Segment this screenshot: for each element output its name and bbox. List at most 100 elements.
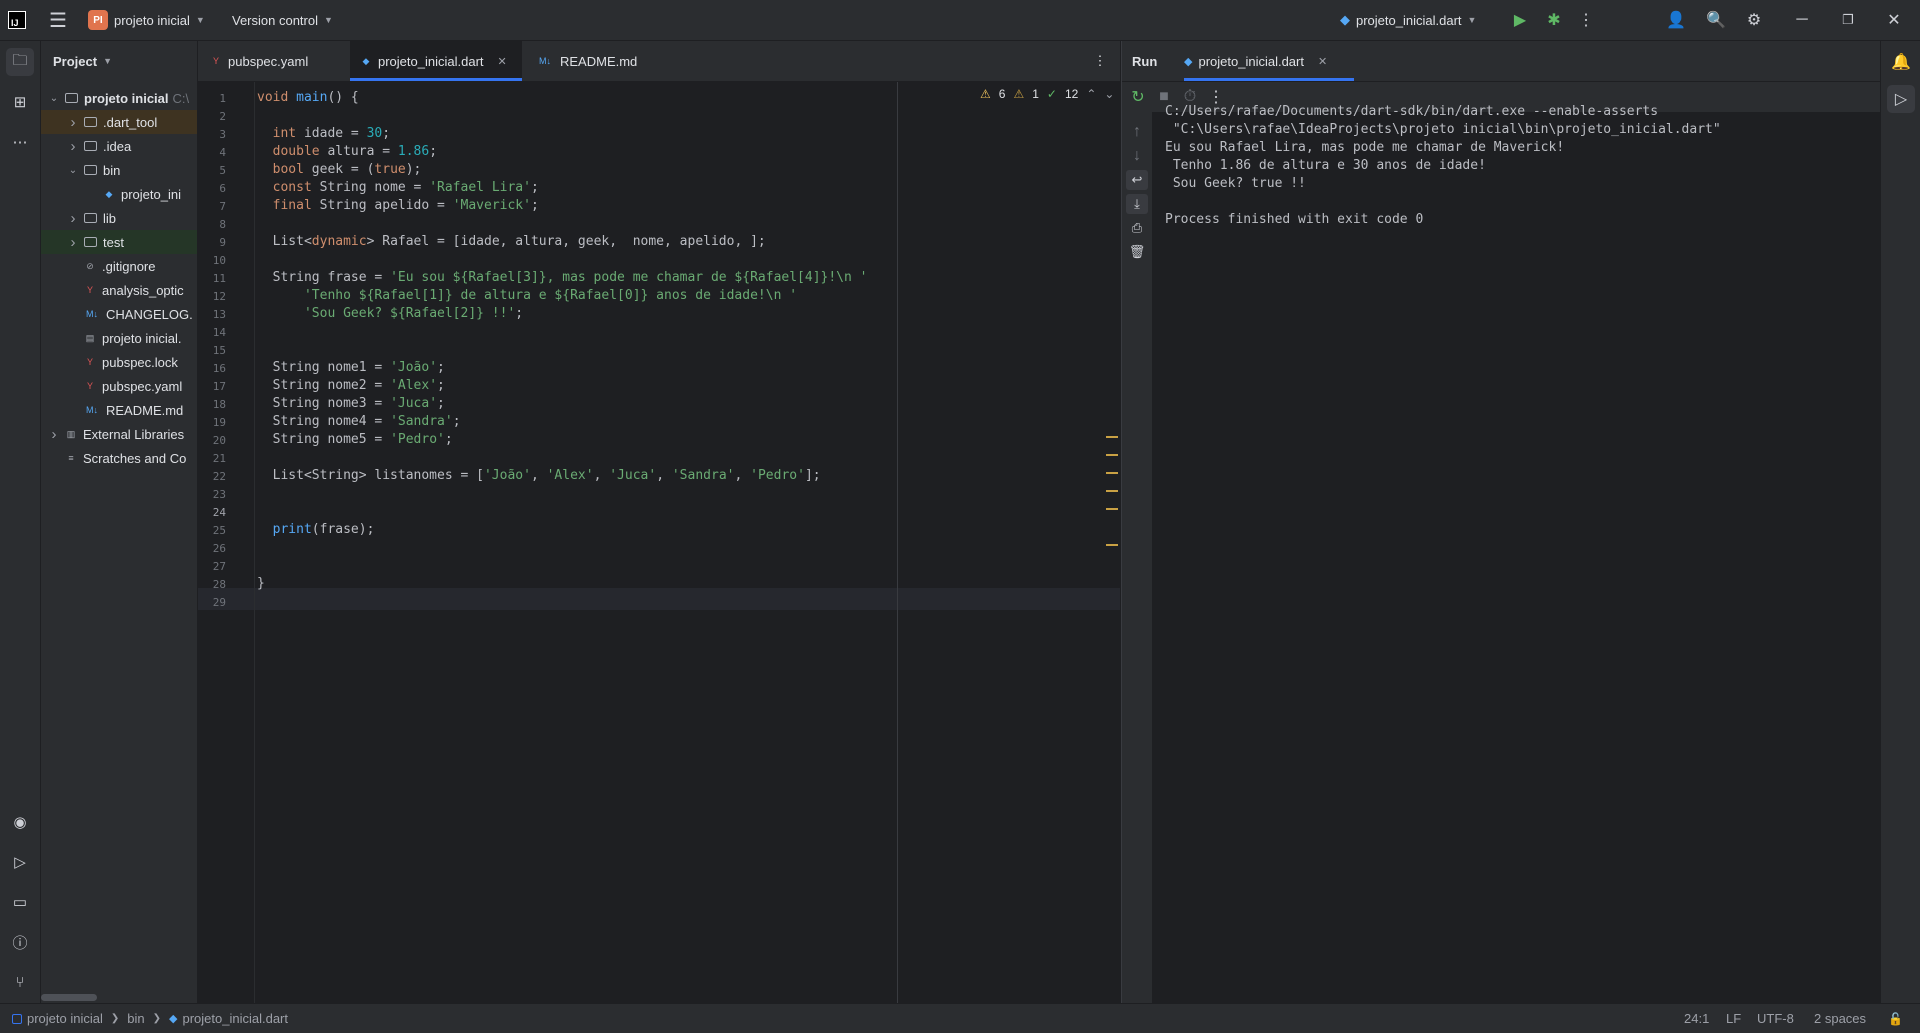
chevron-up-icon[interactable]: ⌃	[1086, 87, 1096, 101]
console-line[interactable]: Tenho 1.86 de altura e 30 anos de idade!	[1165, 158, 1486, 173]
tab-projeto-inicial-dart[interactable]: ◆ projeto_inicial.dart ✕	[350, 41, 522, 81]
tree-item-idea[interactable]: › .idea	[41, 134, 197, 158]
code-line[interactable]: final String apelido = 'Maverick';	[257, 198, 539, 213]
line-number[interactable]: 27	[213, 560, 226, 573]
arrow-up-icon[interactable]: ↑	[1127, 122, 1147, 142]
chevron-down-icon[interactable]: ⌄	[1104, 87, 1114, 101]
console-line[interactable]: Eu sou Rafael Lira, mas pode me chamar d…	[1165, 140, 1564, 155]
warning-stripe-mark[interactable]	[1106, 472, 1118, 474]
line-number[interactable]: 4	[219, 146, 226, 159]
services-icon[interactable]: ▷	[6, 848, 34, 876]
code-line[interactable]: List<dynamic> Rafael = [idade, altura, g…	[257, 234, 766, 249]
more-tools-icon[interactable]: ⋯	[6, 128, 34, 156]
line-number[interactable]: 23	[213, 488, 226, 501]
terminal-icon[interactable]: ▭	[6, 888, 34, 916]
line-number[interactable]: 6	[219, 182, 226, 195]
main-menu-icon[interactable]: ☰	[46, 0, 70, 40]
debug-icon[interactable]: ✱	[1542, 0, 1566, 40]
tree-item-readme-md[interactable]: M↓ README.md	[41, 398, 197, 422]
run-config-selector[interactable]: ◆ projeto_inicial.dart ▼	[1340, 0, 1476, 40]
soft-wrap-icon[interactable]: ↩	[1126, 170, 1148, 190]
line-number[interactable]: 8	[219, 218, 226, 231]
run-icon[interactable]: ▶	[1508, 0, 1532, 40]
code-line[interactable]: double altura = 1.86;	[257, 144, 437, 159]
project-widget[interactable]: PI projeto inicial ▼	[88, 0, 205, 40]
warning-stripe-mark[interactable]	[1106, 436, 1118, 438]
print-icon[interactable]: ⎙	[1127, 218, 1147, 238]
code-line[interactable]: String nome1 = 'João';	[257, 360, 445, 375]
console-line[interactable]: C:/Users/rafae/Documents/dart-sdk/bin/da…	[1165, 104, 1658, 119]
close-tab-icon[interactable]: ✕	[498, 55, 507, 68]
horizontal-scrollbar[interactable]	[41, 994, 97, 1001]
chevron-right-icon[interactable]: ›	[66, 138, 80, 155]
dart-analysis-icon[interactable]: ◉	[6, 808, 34, 836]
line-number[interactable]: 12	[213, 290, 226, 303]
chevron-right-icon[interactable]: ›	[66, 210, 80, 227]
tree-item-bin[interactable]: ⌄ bin	[41, 158, 197, 182]
warning-stripe-mark[interactable]	[1106, 454, 1118, 456]
scroll-to-end-icon[interactable]: ⤓	[1126, 194, 1148, 214]
line-number[interactable]: 3	[219, 128, 226, 141]
code-line[interactable]: String nome3 = 'Juca';	[257, 396, 445, 411]
tree-item-scratches-and-co[interactable]: ≡ Scratches and Co	[41, 446, 197, 470]
inspection-widget[interactable]: ⚠ 6 ⚠ 1 ✓ 12 ⌃ ⌄	[980, 82, 1114, 106]
code-line[interactable]: 'Tenho ${Rafael[1]} de altura e ${Rafael…	[257, 288, 797, 303]
line-number[interactable]: 15	[213, 344, 226, 357]
line-number[interactable]: 24	[213, 506, 226, 519]
tree-item-gitignore[interactable]: ⊘ .gitignore	[41, 254, 197, 278]
code-editor[interactable]: 1 2 3 4 5 6 7 8 9 10 11 12 13 14 15 16 17 18 19 20 21 22 23 24 2…	[198, 82, 1120, 1003]
line-number[interactable]: 1	[219, 92, 226, 105]
warning-stripe-mark[interactable]	[1106, 508, 1118, 510]
line-number[interactable]: 19	[213, 416, 226, 429]
line-number[interactable]: 16	[213, 362, 226, 375]
rerun-icon[interactable]: ↻	[1128, 87, 1148, 107]
code-line[interactable]: 'Sou Geek? ${Rafael[2]} !!';	[257, 306, 523, 321]
console-line[interactable]: Sou Geek? true !!	[1165, 176, 1306, 191]
close-icon[interactable]: ✕	[1882, 0, 1906, 40]
line-number[interactable]: 29	[213, 596, 226, 609]
chevron-right-icon[interactable]: ›	[66, 114, 80, 131]
code-line[interactable]: void main() {	[257, 90, 359, 105]
line-separator[interactable]: LF	[1726, 1004, 1741, 1033]
git-icon[interactable]: ⑂	[6, 968, 34, 996]
tab-pubspec-yaml[interactable]: Y pubspec.yaml	[210, 41, 328, 81]
tree-item-projeto-inicial[interactable]: ⌄ projeto inicial C:\	[41, 86, 197, 110]
version-control-widget[interactable]: Version control ▼	[232, 0, 333, 40]
line-number[interactable]: 18	[213, 398, 226, 411]
file-encoding[interactable]: UTF-8	[1757, 1004, 1794, 1033]
tab-readme-md[interactable]: M↓ README.md	[536, 41, 646, 81]
console-line[interactable]: Process finished with exit code 0	[1165, 212, 1423, 227]
code-line[interactable]: }	[257, 576, 265, 591]
line-number-gutter[interactable]: 1 2 3 4 5 6 7 8 9 10 11 12 13 14 15 16 17 18 19 20 21 22 23 24 2…	[198, 82, 255, 1003]
run-tab[interactable]: ◆ projeto_inicial.dart ✕	[1184, 41, 1354, 81]
arrow-down-icon[interactable]: ↓	[1127, 146, 1147, 166]
problems-icon[interactable]: ⓘ	[6, 928, 34, 956]
tree-item-pubspec-lock[interactable]: Ypubspec.lock	[41, 350, 197, 374]
tree-item-changelog[interactable]: M↓ CHANGELOG.	[41, 302, 197, 326]
restore-icon[interactable]: ❐	[1836, 0, 1860, 40]
code-line[interactable]: String nome2 = 'Alex';	[257, 378, 445, 393]
minimize-icon[interactable]: ─	[1790, 0, 1814, 40]
line-number[interactable]: 25	[213, 524, 226, 537]
structure-icon[interactable]: ⊞	[6, 88, 34, 116]
line-number[interactable]: 7	[219, 200, 226, 213]
code-line[interactable]: int idade = 30;	[257, 126, 390, 141]
breadcrumb-item-project[interactable]: projeto inicial	[27, 1011, 103, 1026]
line-number[interactable]: 11	[213, 272, 226, 285]
bell-icon[interactable]: 🔔	[1887, 48, 1915, 76]
chevron-down-icon[interactable]: ⌄	[66, 165, 80, 176]
code-line[interactable]: String nome5 = 'Pedro';	[257, 432, 453, 447]
code-line[interactable]: List<String> listanomes = ['João', 'Alex…	[257, 468, 821, 483]
trash-icon[interactable]: 🗑	[1127, 242, 1147, 262]
tree-item-dart-tool[interactable]: › .dart_tool	[41, 110, 197, 134]
project-folder-icon[interactable]: 🗀	[6, 48, 34, 76]
breadcrumb-item-bin[interactable]: bin	[127, 1011, 144, 1026]
tree-item-analysis-optic[interactable]: Yanalysis_optic	[41, 278, 197, 302]
line-number[interactable]: 14	[213, 326, 226, 339]
tree-item-external-libraries[interactable]: › ▥ External Libraries	[41, 422, 197, 446]
code-line[interactable]: bool geek = (true);	[257, 162, 422, 177]
warning-stripe-mark[interactable]	[1106, 490, 1118, 492]
more-tabs-icon[interactable]: ⋮	[1090, 41, 1110, 81]
line-number[interactable]: 28	[213, 578, 226, 591]
chevron-right-icon[interactable]: ›	[66, 234, 80, 251]
